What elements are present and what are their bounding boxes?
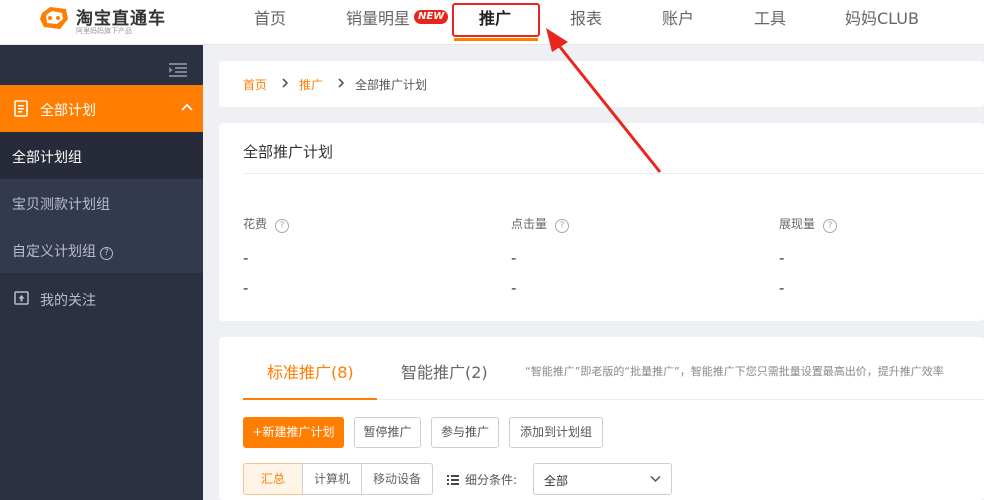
list-icon xyxy=(447,475,459,485)
active-tab-indicator xyxy=(243,398,377,400)
nav-promotion[interactable]: 推广 xyxy=(479,0,511,38)
plan-list-card: 标准推广(8) 智能推广(2) “智能推广”即老版的“批量推广”，智能推广下您只… xyxy=(219,337,984,500)
segment-computer[interactable]: 计算机 xyxy=(302,463,362,495)
sidebar-item-label: 全部计划组 xyxy=(12,150,82,166)
nav-reports[interactable]: 报表 xyxy=(570,0,602,38)
nav-tools[interactable]: 工具 xyxy=(754,0,786,38)
nav-mama-club[interactable]: 妈妈CLUB xyxy=(845,0,919,38)
sidebar-section-label: 全部计划 xyxy=(40,103,96,119)
help-icon[interactable]: ? xyxy=(100,247,113,260)
chevron-right-icon xyxy=(338,78,345,88)
chevron-down-icon xyxy=(650,475,661,483)
chevron-right-icon xyxy=(282,78,289,88)
breadcrumb: 首页 推广 全部推广计划 xyxy=(219,61,984,107)
new-badge: NEW xyxy=(414,10,449,24)
metric-compare-value: - xyxy=(243,279,249,297)
filter-select-value: 全部 xyxy=(544,474,569,488)
sidebar-item-my-favorites[interactable]: 我的关注 xyxy=(0,275,203,322)
metric-label-text: 花费 xyxy=(243,217,268,231)
sidebar-top xyxy=(0,45,203,85)
segment-summary[interactable]: 汇总 xyxy=(243,463,303,495)
metric-label: 展现量? xyxy=(779,217,838,233)
new-plan-button[interactable]: +新建推广计划 xyxy=(243,417,344,448)
logo-subtitle: 阿里妈妈旗下产品 xyxy=(76,27,132,35)
segment-mobile[interactable]: 移动设备 xyxy=(361,463,433,495)
metric-label: 花费? xyxy=(243,217,290,233)
document-icon xyxy=(14,100,28,117)
metric-clicks: 点击量? - - xyxy=(511,213,570,297)
metric-value: - xyxy=(511,249,517,267)
metric-value: - xyxy=(779,249,785,267)
chevron-up-icon[interactable] xyxy=(181,102,193,112)
filter-label: 细分条件: xyxy=(465,473,518,487)
sidebar-item-label: 我的关注 xyxy=(40,293,96,309)
tab-smart-promotion[interactable]: 智能推广(2) xyxy=(401,359,488,383)
metric-impressions: 展现量? - - xyxy=(779,213,838,297)
sidebar-item-all-plan-groups[interactable]: 全部计划组 xyxy=(0,132,203,179)
metric-label-text: 点击量 xyxy=(511,217,548,231)
sidebar-item-test-plan-group[interactable]: 宝贝测款计划组 xyxy=(0,179,203,226)
active-tab-underline xyxy=(454,38,538,41)
sidebar: 全部计划 全部计划组 宝贝测款计划组 自定义计划组? 我的关注 xyxy=(0,45,203,500)
logo[interactable]: 淘宝直通车 阿里妈妈旗下产品 xyxy=(38,3,198,41)
nav-account[interactable]: 账户 xyxy=(662,0,694,38)
pause-button[interactable]: 暂停推广 xyxy=(354,417,421,448)
help-icon[interactable]: ? xyxy=(555,219,570,233)
car-logo-icon xyxy=(40,7,68,29)
metric-compare-value: - xyxy=(511,279,517,297)
breadcrumb-promotion[interactable]: 推广 xyxy=(299,76,323,93)
sidebar-section-all-plans[interactable]: 全部计划 xyxy=(0,85,203,132)
breadcrumb-current: 全部推广计划 xyxy=(355,78,428,92)
sidebar-item-label: 自定义计划组? xyxy=(12,241,113,261)
divider xyxy=(243,173,984,174)
metric-label-text: 展现量 xyxy=(779,217,816,231)
metric-value: - xyxy=(243,249,249,267)
help-icon[interactable]: ? xyxy=(823,219,838,233)
add-to-group-button[interactable]: 添加到计划组 xyxy=(509,417,603,448)
breadcrumb-home[interactable]: 首页 xyxy=(243,76,267,93)
nav-sales-star[interactable]: 销量明星 xyxy=(346,0,410,38)
sidebar-item-custom-plan-group[interactable]: 自定义计划组? xyxy=(0,226,203,273)
sidebar-item-label: 宝贝测款计划组 xyxy=(12,197,110,213)
page-title: 全部推广计划 xyxy=(243,143,334,161)
summary-stats-card: 全部推广计划 花费? - - 点击量? - - 展现量? - - xyxy=(219,123,984,321)
tab-description: “智能推广”即老版的“批量推广”，智能推广下您只需批量设置最高出价，提升推广效率 xyxy=(525,365,944,378)
nav-home[interactable]: 首页 xyxy=(254,0,286,38)
custom-group-text: 自定义计划组 xyxy=(12,244,96,260)
metric-cost: 花费? - - xyxy=(243,213,290,297)
upload-box-icon xyxy=(14,291,29,305)
help-icon[interactable]: ? xyxy=(275,219,290,233)
metric-label: 点击量? xyxy=(511,217,570,233)
collapse-menu-icon[interactable] xyxy=(169,63,187,77)
tab-standard-promotion[interactable]: 标准推广(8) xyxy=(267,359,354,383)
top-navigation-bar: 淘宝直通车 阿里妈妈旗下产品 首页 销量明星 NEW 推广 报表 账户 工具 妈… xyxy=(0,0,984,45)
metric-compare-value: - xyxy=(779,279,785,297)
join-promotion-button[interactable]: 参与推广 xyxy=(431,417,499,448)
filter-select[interactable]: 全部 xyxy=(533,463,672,495)
